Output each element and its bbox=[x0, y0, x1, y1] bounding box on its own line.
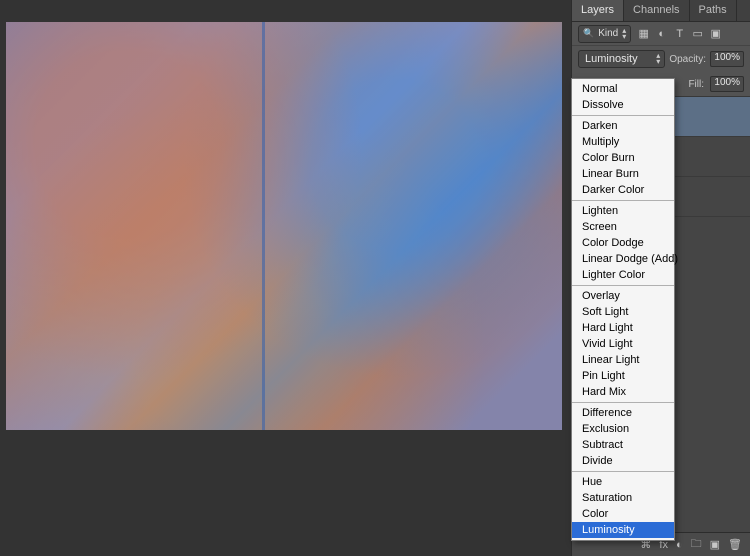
filter-type-icon[interactable]: T bbox=[673, 27, 686, 40]
blend-mode-item[interactable]: Multiply bbox=[572, 134, 674, 150]
blend-mode-item[interactable]: Linear Burn bbox=[572, 166, 674, 182]
blend-mode-item[interactable]: Normal bbox=[572, 81, 674, 97]
stepper-arrows-icon: ▴▾ bbox=[622, 28, 626, 40]
search-icon bbox=[583, 28, 594, 39]
new-group-icon[interactable]: 🗀 bbox=[691, 535, 702, 554]
new-layer-icon[interactable]: ▣ bbox=[710, 538, 720, 551]
blend-mode-item[interactable]: Darker Color bbox=[572, 182, 674, 198]
blend-mode-item[interactable]: Lighter Color bbox=[572, 267, 674, 283]
fill-field[interactable]: 100% bbox=[710, 76, 744, 92]
blend-mode-item[interactable]: Lighten bbox=[572, 203, 674, 219]
document-canvas[interactable] bbox=[6, 22, 562, 430]
blend-mode-item[interactable]: Subtract bbox=[572, 437, 674, 453]
delete-layer-icon[interactable]: 🗑 bbox=[728, 538, 742, 551]
blend-mode-item[interactable]: Linear Light bbox=[572, 352, 674, 368]
panel-tab-bar: Layers Channels Paths bbox=[572, 0, 750, 22]
filter-smart-icon[interactable]: ▣ bbox=[709, 27, 722, 40]
filter-kind-dropdown[interactable]: Kind ▴▾ bbox=[578, 25, 631, 43]
blend-opacity-row: Luminosity ▴▾ Opacity: 100% bbox=[572, 46, 750, 72]
tab-layers[interactable]: Layers bbox=[572, 0, 624, 21]
blend-mode-item[interactable]: Dissolve bbox=[572, 97, 674, 113]
blend-mode-item[interactable]: Hard Light bbox=[572, 320, 674, 336]
blend-mode-item[interactable]: Linear Dodge (Add) bbox=[572, 251, 674, 267]
layer-mask-icon[interactable]: ◐ bbox=[676, 539, 683, 551]
blend-mode-value: Luminosity bbox=[585, 53, 638, 65]
blend-mode-menu[interactable]: NormalDissolveDarkenMultiplyColor BurnLi… bbox=[571, 78, 675, 541]
tab-paths[interactable]: Paths bbox=[690, 0, 737, 21]
fill-label: Fill: bbox=[688, 79, 704, 90]
filter-shape-icon[interactable]: ▭ bbox=[691, 27, 704, 40]
blend-mode-item[interactable]: Vivid Light bbox=[572, 336, 674, 352]
blend-mode-item[interactable]: Color Burn bbox=[572, 150, 674, 166]
filter-pixel-icon[interactable]: ▦ bbox=[637, 27, 650, 40]
filter-adjustment-icon[interactable]: ◐ bbox=[655, 27, 668, 40]
blend-mode-item[interactable]: Color bbox=[572, 506, 674, 522]
tab-channels[interactable]: Channels bbox=[624, 0, 689, 21]
opacity-field[interactable]: 100% bbox=[710, 51, 744, 67]
filter-type-icons: ▦ ◐ T ▭ ▣ bbox=[637, 27, 722, 40]
layer-filter-row: Kind ▴▾ ▦ ◐ T ▭ ▣ bbox=[572, 22, 750, 46]
blend-mode-item[interactable]: Overlay bbox=[572, 288, 674, 304]
blend-mode-item[interactable]: Exclusion bbox=[572, 421, 674, 437]
stepper-arrows-icon: ▴▾ bbox=[656, 53, 660, 65]
blend-mode-item[interactable]: Difference bbox=[572, 405, 674, 421]
opacity-label: Opacity: bbox=[669, 54, 706, 65]
filter-kind-label: Kind bbox=[598, 28, 618, 39]
blend-mode-item[interactable]: Hue bbox=[572, 474, 674, 490]
blend-mode-item[interactable]: Soft Light bbox=[572, 304, 674, 320]
blend-mode-item[interactable]: Darken bbox=[572, 118, 674, 134]
blend-mode-item[interactable]: Pin Light bbox=[572, 368, 674, 384]
blend-mode-button[interactable]: Luminosity ▴▾ bbox=[578, 50, 665, 68]
blend-mode-item[interactable]: Saturation bbox=[572, 490, 674, 506]
blend-mode-item[interactable]: Divide bbox=[572, 453, 674, 469]
blend-mode-item[interactable]: Luminosity bbox=[572, 522, 674, 538]
blend-mode-item[interactable]: Color Dodge bbox=[572, 235, 674, 251]
blend-mode-select[interactable]: Luminosity ▴▾ bbox=[578, 50, 665, 68]
blend-mode-item[interactable]: Screen bbox=[572, 219, 674, 235]
blend-mode-item[interactable]: Hard Mix bbox=[572, 384, 674, 400]
